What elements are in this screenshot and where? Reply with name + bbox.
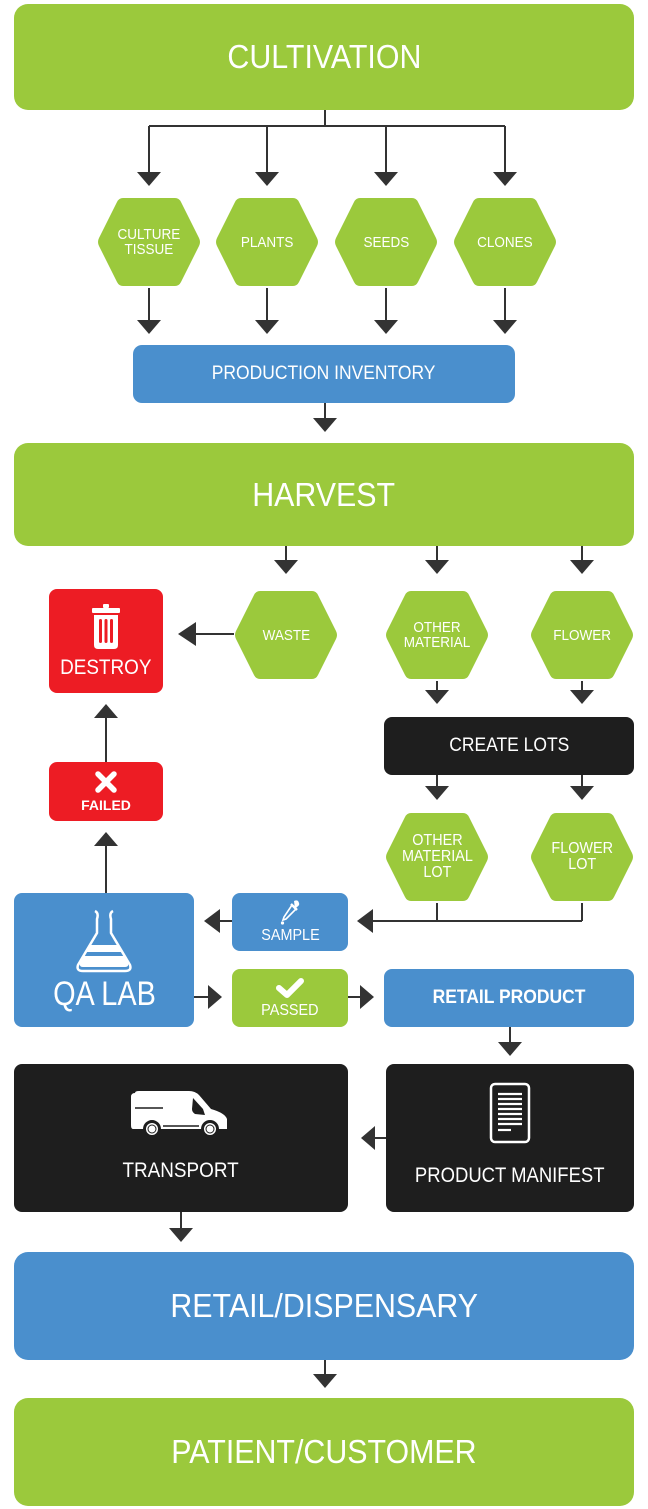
stage-patient-customer-label: PATIENT/CUSTOMER: [171, 1433, 477, 1470]
arrowhead: [313, 1374, 337, 1388]
node-transport[interactable]: TRANSPORT: [14, 1064, 348, 1212]
document-icon: [489, 1082, 531, 1144]
trash-icon: [92, 604, 120, 649]
arrowhead: [255, 320, 279, 334]
arrowhead: [94, 704, 118, 718]
arrowhead: [208, 985, 222, 1009]
node-production-inventory-label: PRODUCTION INVENTORY: [212, 363, 436, 384]
flask-icon: [76, 909, 132, 972]
node-waste[interactable]: WASTE: [234, 589, 338, 681]
node-plants[interactable]: PLANTS: [215, 196, 319, 288]
node-waste-label: WASTE: [262, 626, 310, 644]
stage-patient-customer[interactable]: PATIENT/CUSTOMER: [14, 1398, 634, 1506]
node-destroy[interactable]: DESTROY: [49, 589, 163, 693]
node-create-lots-label: CREATE LOTS: [448, 735, 570, 756]
node-product-manifest-label: PRODUCT MANIFEST: [415, 1164, 605, 1187]
node-flower[interactable]: FLOWER: [530, 589, 634, 681]
node-clones-label: CLONES: [477, 233, 533, 251]
arrowhead: [493, 172, 517, 186]
arrowhead: [313, 418, 337, 432]
stage-retail-dispensary-label: RETAIL/DISPENSARY: [170, 1287, 478, 1324]
node-culture-tissue[interactable]: CULTURE TISSUE: [97, 196, 201, 288]
arrowhead: [137, 320, 161, 334]
arrowhead: [570, 690, 594, 704]
node-plants-label: PLANTS: [240, 233, 294, 251]
stage-cultivation[interactable]: CULTIVATION: [14, 4, 634, 110]
stage-harvest[interactable]: HARVEST: [14, 443, 634, 546]
node-seeds[interactable]: SEEDS: [334, 196, 438, 288]
arrowhead: [360, 985, 374, 1009]
node-other-material[interactable]: OTHER MATERIAL: [385, 589, 489, 681]
stage-retail-dispensary[interactable]: RETAIL/DISPENSARY: [14, 1252, 634, 1360]
checkmark-icon: [276, 977, 304, 998]
node-failed[interactable]: FAILED: [49, 762, 163, 821]
node-sample-label: SAMPLE: [260, 927, 320, 944]
arrowhead: [374, 172, 398, 186]
node-production-inventory[interactable]: PRODUCTION INVENTORY: [133, 345, 515, 403]
node-qa-lab-label: QA LAB: [52, 974, 156, 1013]
node-flower-label: FLOWER: [553, 626, 611, 644]
node-transport-label: TRANSPORT: [122, 1159, 240, 1182]
van-icon: [131, 1091, 227, 1137]
node-culture-tissue-label: CULTURE TISSUE: [117, 226, 181, 258]
arrowhead: [498, 1042, 522, 1056]
node-qa-lab[interactable]: QA LAB: [14, 893, 194, 1027]
node-flower-lot-label: FLOWER LOT: [551, 840, 613, 873]
node-retail-product[interactable]: RETAIL PRODUCT: [384, 969, 634, 1027]
node-clones[interactable]: CLONES: [453, 196, 557, 288]
arrowhead: [425, 690, 449, 704]
arrowhead: [425, 560, 449, 574]
arrowhead: [255, 172, 279, 186]
node-sample[interactable]: SAMPLE: [232, 893, 348, 951]
arrowhead: [357, 909, 373, 933]
arrowhead: [274, 560, 298, 574]
node-other-material-label: OTHER MATERIAL: [403, 619, 471, 651]
node-create-lots[interactable]: CREATE LOTS: [384, 717, 634, 775]
arrowhead: [570, 786, 594, 800]
dropper-icon: [280, 900, 300, 925]
node-flower-lot[interactable]: FLOWER LOT: [530, 811, 634, 903]
x-icon: [95, 770, 117, 793]
node-other-material-lot[interactable]: OTHER MATERIAL LOT: [385, 811, 489, 903]
node-other-material-lot-label: OTHER MATERIAL LOT: [401, 832, 473, 881]
node-retail-product-label: RETAIL PRODUCT: [432, 987, 586, 1008]
node-failed-label: FAILED: [81, 796, 131, 813]
arrowhead: [178, 622, 196, 646]
arrowhead: [361, 1126, 375, 1150]
arrowhead: [425, 786, 449, 800]
node-passed-label: PASSED: [261, 1001, 319, 1019]
arrowhead: [493, 320, 517, 334]
stage-harvest-label: HARVEST: [252, 475, 396, 513]
arrowhead: [137, 172, 161, 186]
arrowhead: [570, 560, 594, 574]
arrowhead: [204, 909, 220, 933]
node-product-manifest[interactable]: PRODUCT MANIFEST: [386, 1064, 634, 1212]
node-seeds-label: SEEDS: [363, 233, 409, 251]
arrowhead: [169, 1228, 193, 1242]
node-destroy-label: DESTROY: [60, 656, 152, 679]
arrowhead: [374, 320, 398, 334]
stage-cultivation-label: CULTIVATION: [227, 38, 421, 75]
node-passed[interactable]: PASSED: [232, 969, 348, 1027]
arrowhead: [94, 832, 118, 846]
